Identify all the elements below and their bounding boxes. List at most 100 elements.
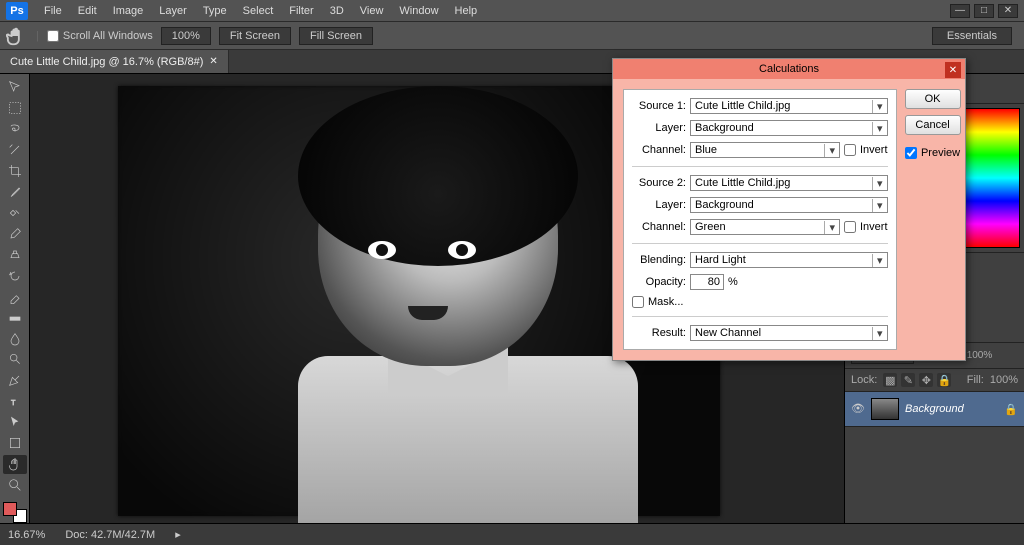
scroll-all-checkbox[interactable]: Scroll All Windows <box>47 30 153 42</box>
lock-pixels-icon[interactable]: ✎ <box>901 373 915 387</box>
layer2-select[interactable]: Background <box>690 197 888 213</box>
fill-label: Fill: <box>967 374 984 386</box>
layer-visibility-icon[interactable]: 👁 <box>851 402 865 416</box>
opacity-value[interactable]: 100% <box>967 350 993 361</box>
eraser-tool[interactable] <box>3 287 27 306</box>
channel1-select[interactable]: Blue <box>690 142 840 158</box>
blur-tool[interactable] <box>3 329 27 348</box>
channel1-label: Channel: <box>632 144 686 156</box>
channel2-label: Channel: <box>632 221 686 233</box>
preview-checkbox[interactable]: Preview <box>905 147 960 159</box>
source1-select[interactable]: Cute Little Child.jpg <box>690 98 888 114</box>
result-select[interactable]: New Channel <box>690 325 888 341</box>
crop-tool[interactable] <box>3 162 27 181</box>
lock-position-icon[interactable]: ✥ <box>919 373 933 387</box>
status-bar: 16.67% Doc: 42.7M/42.7M ▸ <box>0 523 1024 545</box>
hand-tool-icon[interactable] <box>6 25 28 47</box>
history-brush-tool[interactable] <box>3 266 27 285</box>
doc-size[interactable]: Doc: 42.7M/42.7M <box>65 529 155 541</box>
menu-edit[interactable]: Edit <box>70 5 105 17</box>
layer-thumbnail[interactable] <box>871 398 899 420</box>
options-bar: | Scroll All Windows 100% Fit Screen Fil… <box>0 22 1024 50</box>
opacity-input[interactable] <box>690 274 724 290</box>
marquee-tool[interactable] <box>3 99 27 118</box>
lock-transparency-icon[interactable]: ▩ <box>883 373 897 387</box>
status-chevron-icon[interactable]: ▸ <box>175 528 181 541</box>
type-tool[interactable]: T <box>3 392 27 411</box>
invert2-checkbox[interactable]: Invert <box>844 221 888 233</box>
clone-stamp-tool[interactable] <box>3 245 27 264</box>
dodge-tool[interactable] <box>3 350 27 369</box>
toolbox: T <box>0 74 30 523</box>
layer-row[interactable]: 👁 Background 🔒 <box>845 392 1024 427</box>
menu-select[interactable]: Select <box>235 5 282 17</box>
zoom-level[interactable]: 16.67% <box>8 529 45 541</box>
gradient-tool[interactable] <box>3 308 27 327</box>
menu-window[interactable]: Window <box>391 5 446 17</box>
menu-image[interactable]: Image <box>105 5 152 17</box>
layer-lock-icon: 🔒 <box>1004 403 1018 416</box>
hand-tool[interactable] <box>3 455 27 474</box>
divider <box>632 166 888 167</box>
menu-view[interactable]: View <box>352 5 392 17</box>
lock-all-icon[interactable]: 🔒 <box>937 373 951 387</box>
layer1-select[interactable]: Background <box>690 120 888 136</box>
lasso-tool[interactable] <box>3 120 27 139</box>
menu-type[interactable]: Type <box>195 5 235 17</box>
color-swatches[interactable] <box>3 502 27 523</box>
fill-screen-button[interactable]: Fill Screen <box>299 27 373 45</box>
lock-label: Lock: <box>851 374 877 386</box>
fit-screen-button[interactable]: Fit Screen <box>219 27 291 45</box>
move-tool[interactable] <box>3 78 27 97</box>
foreground-color-swatch[interactable] <box>3 502 17 516</box>
pen-tool[interactable] <box>3 371 27 390</box>
magic-wand-tool[interactable] <box>3 141 27 160</box>
divider <box>632 316 888 317</box>
dialog-title: Calculations <box>759 63 819 75</box>
layer1-label: Layer: <box>632 122 686 134</box>
dialog-title-bar[interactable]: Calculations ✕ <box>613 59 965 79</box>
menu-help[interactable]: Help <box>447 5 486 17</box>
cancel-button[interactable]: Cancel <box>905 115 961 135</box>
document-tab[interactable]: Cute Little Child.jpg @ 16.7% (RGB/8#) ✕ <box>0 50 229 73</box>
options-divider: | <box>36 30 39 42</box>
brush-tool[interactable] <box>3 224 27 243</box>
layers-panel: Normal Opacity: 100% Lock: ▩ ✎ ✥ 🔒 Fill:… <box>845 342 1024 523</box>
invert2-label: Invert <box>860 221 888 233</box>
divider <box>632 243 888 244</box>
source1-label: Source 1: <box>632 100 686 112</box>
close-window-icon[interactable]: ✕ <box>998 4 1018 18</box>
preview-label: Preview <box>921 147 960 159</box>
scroll-all-label: Scroll All Windows <box>63 30 153 42</box>
maximize-icon[interactable]: □ <box>974 4 994 18</box>
layer-name[interactable]: Background <box>905 403 964 415</box>
invert1-checkbox[interactable]: Invert <box>844 144 888 156</box>
dialog-close-icon[interactable]: ✕ <box>945 62 961 78</box>
close-tab-icon[interactable]: ✕ <box>209 56 217 67</box>
calculations-dialog: Calculations ✕ Source 1: Cute Little Chi… <box>612 58 966 361</box>
source2-select[interactable]: Cute Little Child.jpg <box>690 175 888 191</box>
zoom-100-button[interactable]: 100% <box>161 27 211 45</box>
workspace-selector[interactable]: Essentials <box>932 27 1012 45</box>
menu-3d[interactable]: 3D <box>322 5 352 17</box>
blending-select[interactable]: Hard Light <box>690 252 888 268</box>
invert1-label: Invert <box>860 144 888 156</box>
result-label: Result: <box>632 327 686 339</box>
menu-file[interactable]: File <box>36 5 70 17</box>
fill-value[interactable]: 100% <box>990 374 1018 386</box>
ok-button[interactable]: OK <box>905 89 961 109</box>
mask-label: Mask... <box>648 296 683 308</box>
mask-checkbox[interactable]: Mask... <box>632 296 888 308</box>
minimize-icon[interactable]: — <box>950 4 970 18</box>
path-select-tool[interactable] <box>3 413 27 432</box>
opacity-label: Opacity: <box>632 276 686 288</box>
menu-filter[interactable]: Filter <box>281 5 321 17</box>
menu-layer[interactable]: Layer <box>151 5 195 17</box>
shape-tool[interactable] <box>3 434 27 453</box>
healing-brush-tool[interactable] <box>3 204 27 223</box>
zoom-tool[interactable] <box>3 476 27 495</box>
channel2-select[interactable]: Green <box>690 219 840 235</box>
eyedropper-tool[interactable] <box>3 183 27 202</box>
blending-label: Blending: <box>632 254 686 266</box>
svg-text:T: T <box>11 398 16 407</box>
